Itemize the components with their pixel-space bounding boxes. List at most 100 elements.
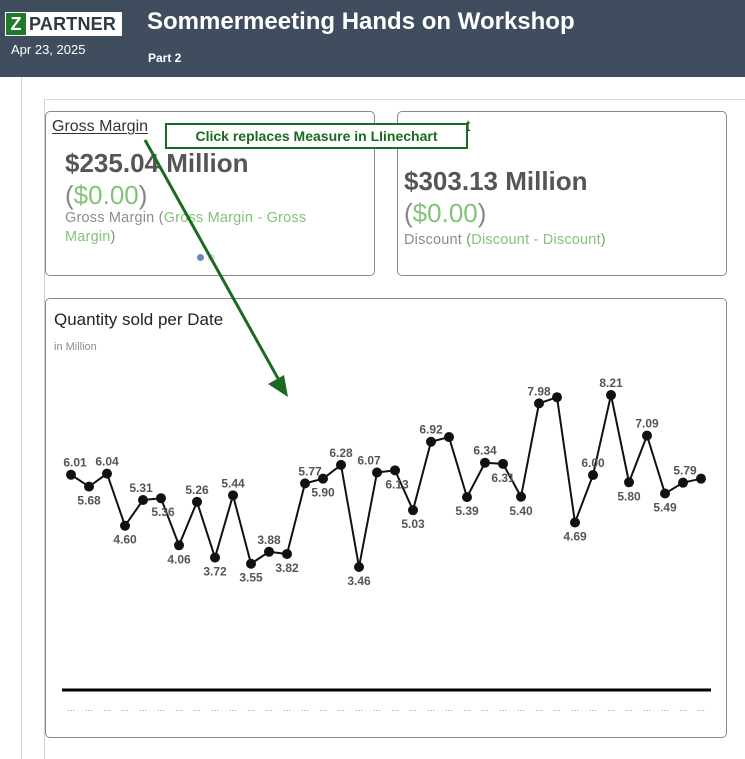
x-tick-label: ... bbox=[625, 703, 633, 714]
x-tick-label: ... bbox=[553, 703, 561, 714]
data-point[interactable] bbox=[138, 495, 148, 506]
kpi-delta-gross-margin: ($0.00) bbox=[65, 180, 148, 210]
x-tick-label: ... bbox=[247, 703, 255, 714]
data-point[interactable] bbox=[354, 562, 364, 572]
data-label: 3.72 bbox=[203, 565, 227, 579]
data-label: 4.60 bbox=[113, 533, 137, 547]
data-point[interactable] bbox=[570, 517, 580, 528]
x-tick-label: ... bbox=[85, 703, 93, 714]
data-point[interactable] bbox=[534, 398, 544, 409]
x-tick-label: ... bbox=[229, 703, 237, 714]
data-point[interactable] bbox=[408, 505, 418, 516]
data-label: 5.80 bbox=[617, 489, 641, 503]
zpartner-logo: Z PARTNER bbox=[5, 12, 123, 36]
x-tick-label: ... bbox=[157, 703, 165, 714]
line-chart[interactable]: 6.01 5.68 6.04 4.60 5.31 5.36 4.06 5.26 3.72 5.44… bbox=[46, 299, 726, 737]
data-point[interactable] bbox=[426, 436, 436, 447]
data-point[interactable] bbox=[84, 481, 94, 492]
story-title: Sommermeeting Hands on Workshop bbox=[147, 8, 575, 35]
data-label: 3.55 bbox=[239, 571, 263, 585]
canvas-border-top bbox=[44, 99, 745, 100]
x-tick-label: ... bbox=[103, 703, 111, 714]
data-point[interactable] bbox=[480, 457, 490, 468]
data-point[interactable] bbox=[120, 520, 130, 531]
x-tick-label: ... bbox=[193, 703, 201, 714]
data-point[interactable] bbox=[552, 392, 562, 403]
logo-mark: Z bbox=[6, 13, 26, 35]
data-point[interactable] bbox=[300, 478, 310, 489]
x-tick-label: ... bbox=[175, 703, 183, 714]
data-label: 5.26 bbox=[185, 483, 209, 497]
data-point[interactable] bbox=[660, 488, 670, 499]
data-label: 5.49 bbox=[653, 501, 677, 515]
data-label: 3.46 bbox=[347, 574, 371, 588]
data-label: 5.68 bbox=[77, 494, 101, 508]
logo-text: PARTNER bbox=[26, 13, 122, 35]
data-label: 6.07 bbox=[357, 454, 381, 468]
x-tick-label: ... bbox=[283, 703, 291, 714]
data-point[interactable] bbox=[444, 432, 454, 443]
data-label: 6.04 bbox=[95, 455, 119, 469]
kpi-title-gross-margin[interactable]: Gross Margin bbox=[52, 118, 148, 136]
data-point[interactable] bbox=[192, 496, 202, 507]
x-tick-label: ... bbox=[535, 703, 543, 714]
data-point[interactable] bbox=[696, 473, 706, 484]
kpi-delta-value: $0.00 bbox=[73, 180, 139, 210]
data-label: 6.01 bbox=[63, 456, 87, 470]
x-tick-label: ... bbox=[517, 703, 525, 714]
data-point[interactable] bbox=[66, 469, 76, 480]
page-dot-active[interactable] bbox=[197, 254, 204, 261]
x-tick-label: ... bbox=[499, 703, 507, 714]
data-point[interactable] bbox=[624, 477, 634, 488]
data-label: 5.40 bbox=[509, 504, 533, 518]
data-label: 5.03 bbox=[401, 517, 425, 531]
data-label: 5.90 bbox=[311, 486, 335, 500]
data-label: 8.21 bbox=[599, 376, 623, 390]
data-point[interactable] bbox=[246, 558, 256, 569]
data-point[interactable] bbox=[606, 390, 616, 401]
data-label: 6.31 bbox=[491, 471, 515, 485]
data-label: 6.28 bbox=[329, 446, 353, 460]
data-label: 7.98 bbox=[527, 384, 551, 398]
chart-tile-quantity-sold[interactable]: Quantity sold per Date in Million 6.01 5.… bbox=[45, 298, 727, 738]
page-dot[interactable] bbox=[208, 254, 215, 261]
data-point[interactable] bbox=[282, 548, 292, 559]
data-point[interactable] bbox=[516, 491, 526, 502]
data-label: 5.77 bbox=[298, 464, 322, 478]
tile-page-indicator[interactable] bbox=[197, 254, 215, 261]
x-tick-label: ... bbox=[679, 703, 687, 714]
data-point[interactable] bbox=[372, 467, 382, 478]
x-tick-label: ... bbox=[589, 703, 597, 714]
story-subtitle: Part 2 bbox=[148, 51, 182, 65]
data-point[interactable] bbox=[390, 465, 400, 476]
data-label: 4.69 bbox=[563, 529, 587, 543]
x-tick-label: ... bbox=[571, 703, 579, 714]
x-tick-label: ... bbox=[139, 703, 147, 714]
data-point[interactable] bbox=[678, 477, 688, 488]
data-point[interactable] bbox=[156, 493, 166, 504]
data-point[interactable] bbox=[642, 430, 652, 441]
data-label: 5.36 bbox=[151, 505, 175, 519]
kpi-delta-discount: ($0.00) bbox=[404, 198, 487, 228]
x-tick-label: ... bbox=[697, 703, 705, 714]
data-label: 5.79 bbox=[673, 464, 697, 478]
x-tick-label: ... bbox=[481, 703, 489, 714]
story-date: Apr 23, 2025 bbox=[11, 42, 86, 57]
data-point[interactable] bbox=[228, 490, 238, 501]
data-point[interactable] bbox=[588, 470, 598, 481]
data-label: 3.82 bbox=[275, 561, 299, 575]
data-point[interactable] bbox=[462, 492, 472, 503]
x-tick-label: ... bbox=[67, 703, 75, 714]
data-point[interactable] bbox=[174, 540, 184, 551]
data-point[interactable] bbox=[336, 459, 346, 470]
x-tick-label: ... bbox=[121, 703, 129, 714]
kpi-delta-value: $0.00 bbox=[412, 198, 478, 228]
data-point[interactable] bbox=[210, 552, 220, 563]
data-point[interactable] bbox=[498, 458, 508, 469]
x-tick-label: ... bbox=[409, 703, 417, 714]
kpi-description-gross-margin: Gross Margin (Gross Margin - Gross Margi… bbox=[65, 210, 307, 245]
x-tick-label: ... bbox=[301, 703, 309, 714]
data-label: 7.09 bbox=[635, 417, 659, 431]
data-point[interactable] bbox=[264, 546, 274, 557]
data-point[interactable] bbox=[102, 468, 112, 479]
